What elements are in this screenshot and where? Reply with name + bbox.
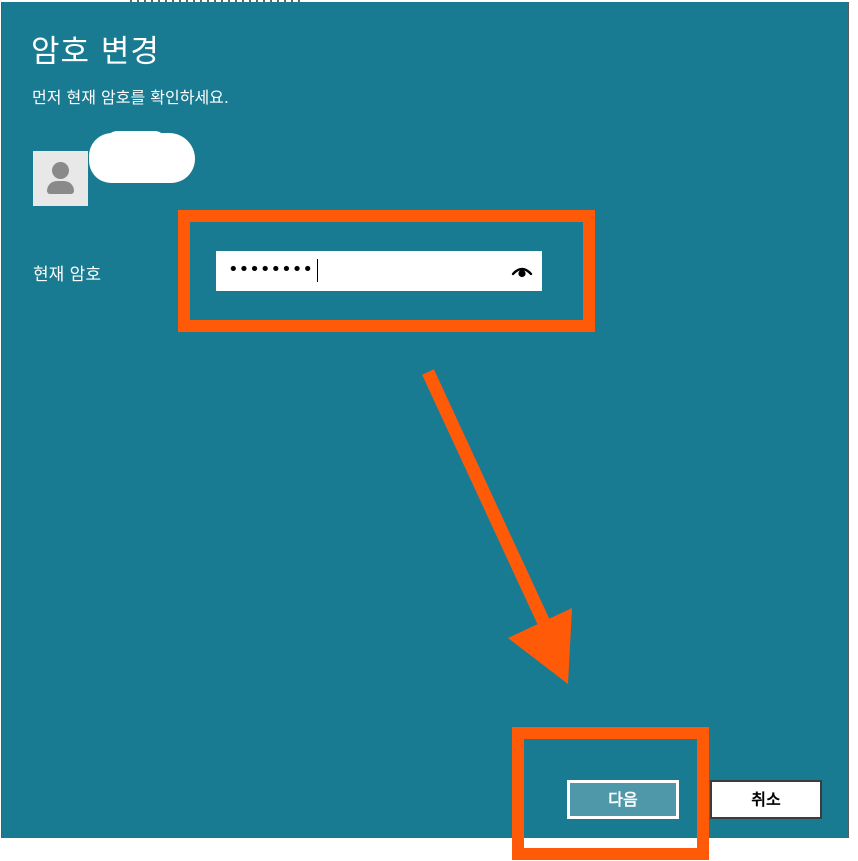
user-avatar-icon bbox=[33, 151, 88, 206]
current-password-label: 현재 암호 bbox=[33, 265, 101, 285]
current-password-input[interactable]: •••••••• bbox=[216, 251, 542, 291]
eye-icon[interactable] bbox=[511, 263, 533, 279]
dialog-subtitle: 먼저 현재 암호를 확인하세요. bbox=[32, 88, 229, 107]
avatar-head bbox=[52, 162, 69, 179]
username-redaction-top bbox=[106, 131, 166, 153]
dialog-title: 암호 변경 bbox=[31, 34, 160, 70]
next-button[interactable]: 다음 bbox=[567, 780, 679, 819]
password-masked-value: •••••••• bbox=[228, 259, 313, 280]
avatar-body bbox=[47, 181, 74, 194]
change-password-dialog: 암호 변경 먼저 현재 암호를 확인하세요. 현재 암호 •••••••• 다음… bbox=[1, 2, 849, 838]
text-caret bbox=[317, 259, 318, 282]
cancel-button[interactable]: 취소 bbox=[710, 780, 822, 819]
